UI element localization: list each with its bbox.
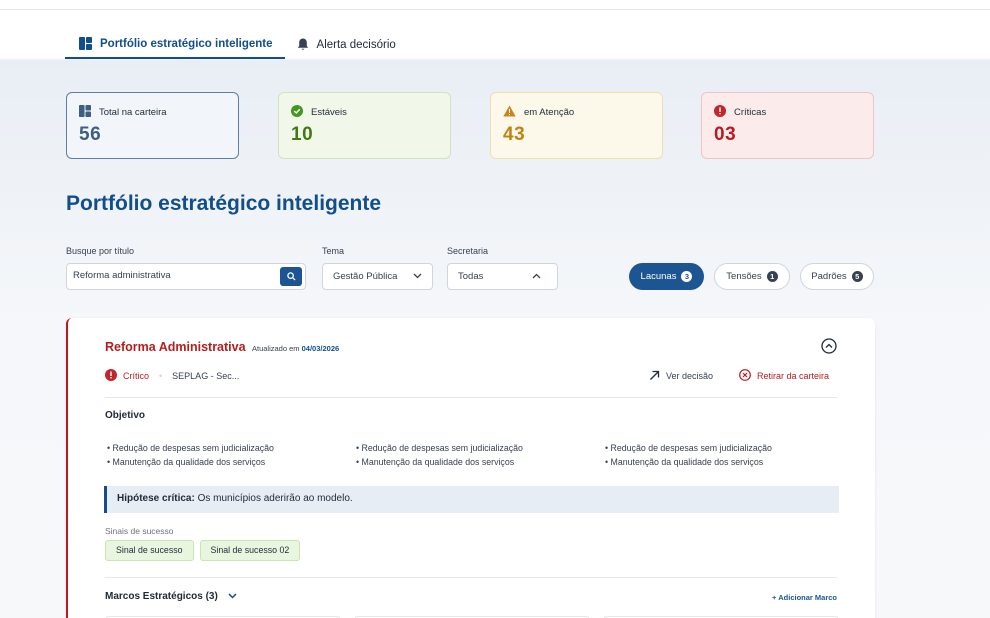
- collapse-button[interactable]: [821, 338, 837, 354]
- signal-tag[interactable]: Sinal de sucesso 02: [199, 540, 301, 561]
- divider: [105, 577, 837, 578]
- org-label: SEPLAG - Sec...: [172, 371, 240, 381]
- chip-padroes-label: Padrões: [811, 271, 847, 282]
- list-item-text: Manutenção da qualidade dos serviços: [361, 456, 515, 467]
- add-marco-button[interactable]: + Adicionar Marco: [772, 593, 837, 602]
- arrow-up-right-icon: [649, 370, 660, 383]
- view-decision-label: Ver decisão: [665, 371, 713, 381]
- signals-label: Sinais de sucesso: [105, 526, 174, 536]
- list-item-text: Redução de despesas sem judicialização: [112, 443, 274, 453]
- tema-label: Tema: [322, 246, 345, 256]
- tab-alerta[interactable]: Alerta decisório: [285, 30, 408, 59]
- search-label: Busque por título: [66, 246, 135, 256]
- list-item-text: Redução de despesas sem judicialização: [610, 443, 772, 453]
- check-circle-icon: [291, 105, 303, 120]
- dashboard-icon: [79, 37, 92, 50]
- tema-select[interactable]: Gestão Pública: [322, 263, 433, 290]
- warning-triangle-icon: [503, 105, 516, 120]
- list-item: • Redução de despesas sem judicialização: [605, 443, 772, 453]
- tab-bar: Portfólio estratégico inteligente Alerta…: [65, 30, 408, 60]
- separator-dot: •: [159, 371, 163, 381]
- secretaria-select[interactable]: Todas: [447, 263, 558, 290]
- updated-prefix: Atualizado em: [252, 344, 300, 353]
- search-input[interactable]: [73, 270, 273, 281]
- tab-portfolio[interactable]: Portfólio estratégico inteligente: [65, 30, 285, 59]
- tab-portfolio-label: Portfólio estratégico inteligente: [100, 37, 273, 50]
- marcos-toggle[interactable]: Marcos Estratégicos (3): [105, 591, 237, 602]
- stat-critical-label: Críticas: [734, 107, 767, 118]
- list-item: • Redução de despesas sem judicialização: [107, 443, 274, 453]
- search-icon: [286, 268, 296, 286]
- marcos-label: Marcos Estratégicos (3): [105, 591, 218, 602]
- objective-column: • Redução de despesas sem judicialização…: [107, 442, 274, 469]
- list-item-text: Manutenção da qualidade dos serviços: [112, 456, 266, 467]
- page-title: Portfólio estratégico inteligente: [66, 192, 382, 215]
- card-actions: Ver decisão Retirar da carteira: [649, 369, 829, 383]
- stat-attention-value: 43: [503, 124, 526, 145]
- list-item-text: Redução de despesas sem judicialização: [361, 443, 523, 453]
- chevron-up-circle-icon: [821, 338, 837, 358]
- hypothesis-text: Os municípios aderirão ao modelo.: [197, 493, 353, 504]
- status-badge: Crítico: [123, 371, 150, 381]
- remove-button[interactable]: Retirar da carteira: [739, 369, 829, 383]
- stat-stable-value: 10: [291, 124, 314, 145]
- remove-label: Retirar da carteira: [756, 371, 829, 381]
- card-meta: Crítico • SEPLAG - Sec...: [105, 369, 239, 383]
- list-item: • Redução de despesas sem judicialização: [356, 443, 523, 453]
- stat-card-total[interactable]: Total na carteira 56: [66, 92, 239, 159]
- dashboard-icon: [79, 105, 91, 120]
- divider: [105, 397, 837, 398]
- signals-list: Sinal de sucesso Sinal de sucesso 02: [105, 540, 301, 561]
- tema-value: Gestão Pública: [333, 271, 398, 282]
- chip-padroes-count: 5: [851, 271, 863, 282]
- list-item: • Manutenção da qualidade dos serviços: [605, 456, 764, 467]
- hypothesis-box: Hipótese crítica: Os municípios aderirão…: [104, 486, 839, 513]
- stat-stable-label: Estáveis: [311, 107, 347, 118]
- bell-icon: [297, 38, 309, 51]
- stat-attention-label: em Atenção: [524, 107, 575, 118]
- close-circle-icon: [739, 369, 751, 383]
- chip-lacunas[interactable]: Lacunas 3: [629, 263, 704, 290]
- objective-column: • Redução de despesas sem judicialização…: [356, 442, 523, 469]
- stat-total-label: Total na carteira: [99, 107, 167, 118]
- portfolio-card: Reforma Administrativa Atualizado em 04/…: [66, 318, 875, 618]
- chip-tensoes[interactable]: Tensões 1: [714, 263, 790, 290]
- tab-alerta-label: Alerta decisório: [316, 38, 396, 51]
- hypothesis-label: Hipótese crítica:: [117, 493, 195, 504]
- signal-tag[interactable]: Sinal de sucesso: [105, 540, 194, 561]
- search-button[interactable]: [280, 267, 302, 286]
- stat-card-attention[interactable]: em Atenção 43: [490, 92, 663, 159]
- chevron-down-icon: [413, 271, 422, 282]
- chip-lacunas-label: Lacunas: [640, 271, 677, 282]
- chip-padroes[interactable]: Padrões 5: [800, 263, 874, 290]
- stat-critical-value: 03: [714, 124, 737, 145]
- objective-column: • Redução de despesas sem judicialização…: [605, 442, 772, 469]
- view-decision-button[interactable]: Ver decisão: [649, 369, 713, 383]
- updated-date: 04/03/2026: [301, 344, 340, 353]
- chip-tensoes-count: 1: [766, 271, 778, 282]
- card-title[interactable]: Reforma Administrativa: [105, 340, 246, 354]
- chip-lacunas-count: 3: [681, 271, 693, 282]
- chip-tensoes-label: Tensões: [726, 271, 762, 282]
- stat-card-stable[interactable]: Estáveis 10: [278, 92, 451, 159]
- secretaria-value: Todas: [458, 271, 484, 282]
- top-bar: [0, 0, 990, 10]
- chevron-down-icon: [228, 591, 237, 602]
- search-box: [66, 263, 306, 290]
- alert-circle-icon: [105, 369, 117, 383]
- objective-title: Objetivo: [105, 410, 146, 421]
- card-updated: Atualizado em 04/03/2026: [252, 344, 339, 353]
- list-item: • Manutenção da qualidade dos serviços: [356, 456, 515, 467]
- alert-circle-icon: [714, 105, 726, 120]
- chevron-up-icon: [532, 271, 541, 282]
- list-item-text: Manutenção da qualidade dos serviços: [610, 456, 764, 467]
- stat-total-value: 56: [79, 124, 102, 145]
- list-item: • Manutenção da qualidade dos serviços: [107, 456, 266, 467]
- secretaria-label: Secretaria: [447, 246, 489, 256]
- stat-card-critical[interactable]: Críticas 03: [701, 92, 874, 159]
